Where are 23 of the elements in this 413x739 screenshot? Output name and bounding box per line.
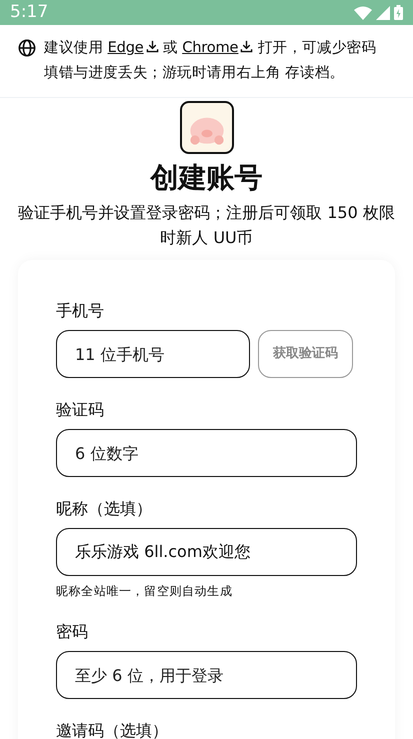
battery-icon bbox=[394, 5, 403, 20]
input-field[interactable]: 6 位数字 bbox=[56, 429, 357, 477]
wifi-icon bbox=[354, 6, 372, 20]
browser-link[interactable]: Chrome bbox=[182, 39, 254, 56]
browser-link[interactable]: Edge bbox=[108, 39, 159, 56]
page-subtitle: 验证手机号并设置登录密码；注册后可领取 150 枚限时新人 UU币 bbox=[17, 202, 396, 249]
page-title: 创建账号 bbox=[149, 160, 264, 196]
input-field[interactable]: 11 位手机号 bbox=[56, 330, 250, 378]
browser-notice: 建议使用 Edge 或 Chrome 打开，可减少密码填错与进度丢失；游玩时请用右上角 存读档。 bbox=[44, 38, 378, 83]
field-label: 昵称（选填） bbox=[56, 498, 153, 520]
field-label: 验证码 bbox=[56, 399, 105, 421]
pig-logo bbox=[180, 101, 234, 154]
field-hint: 昵称全站唯一，留空则自动生成 bbox=[56, 583, 234, 600]
download-icon bbox=[240, 40, 254, 53]
status-time: 5:17 bbox=[10, 0, 48, 24]
input-field[interactable]: 乐乐游戏 6ll.com欢迎您 bbox=[56, 528, 357, 576]
field-label: 手机号 bbox=[56, 300, 105, 322]
field-label: 密码 bbox=[56, 621, 89, 643]
download-icon bbox=[146, 40, 159, 53]
input-field[interactable]: 至少 6 位，用于登录 bbox=[56, 651, 357, 699]
field-label: 邀请码（选填） bbox=[56, 720, 169, 739]
globe-icon bbox=[18, 39, 36, 57]
signal-icon bbox=[376, 6, 390, 20]
